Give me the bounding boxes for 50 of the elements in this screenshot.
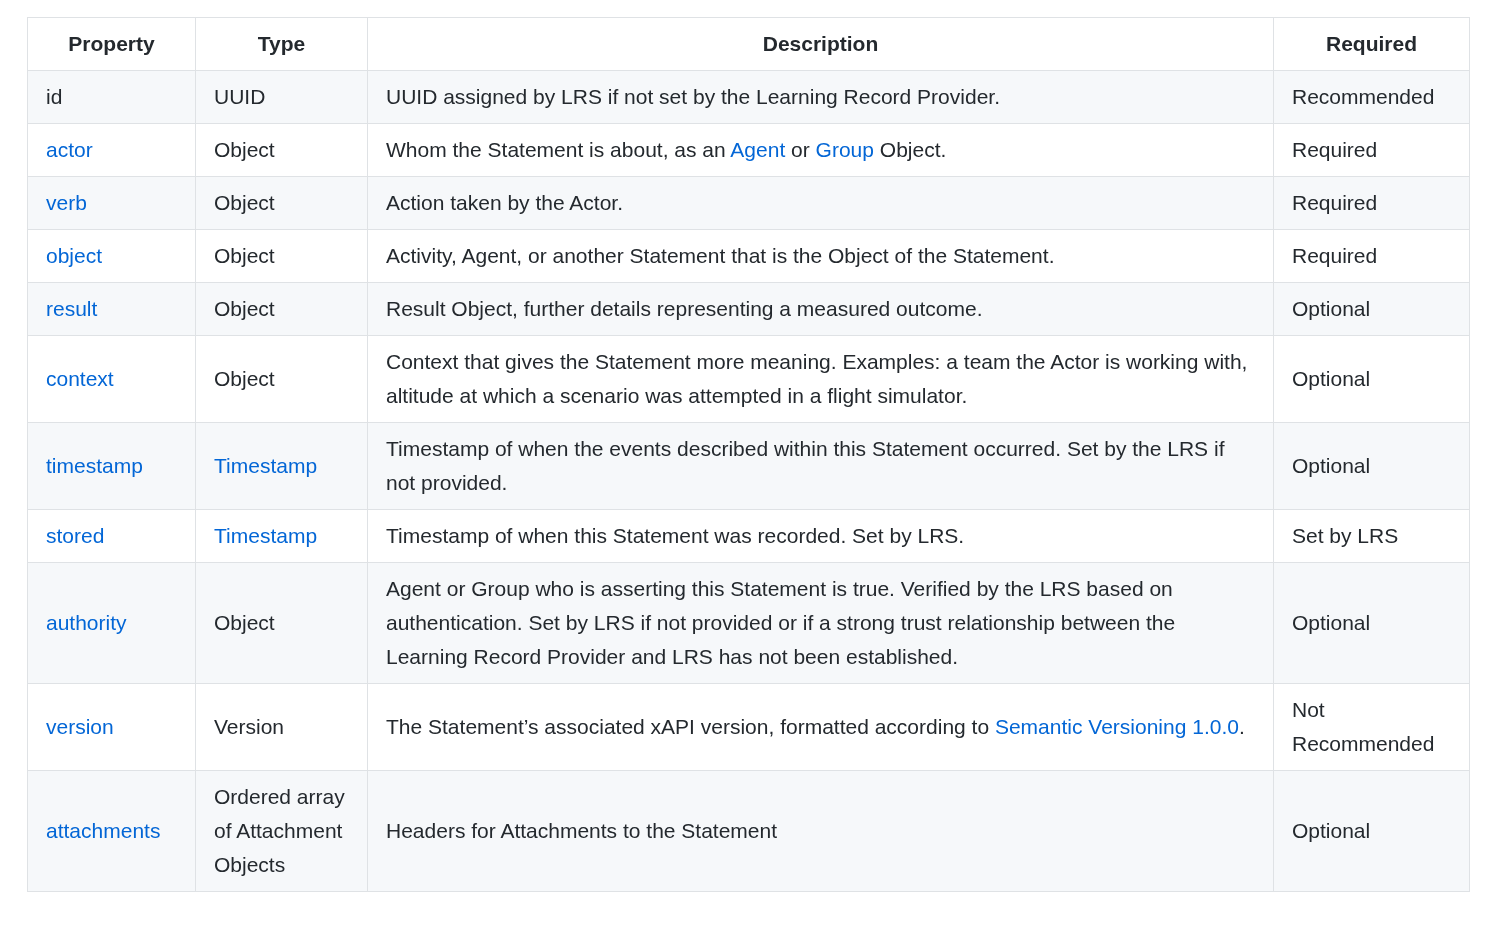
description-cell: Activity, Agent, or another Statement that is the Object of the Statement.: [367, 229, 1274, 283]
description-cell: Action taken by the Actor.: [367, 176, 1274, 230]
type-cell: Object: [195, 562, 368, 684]
link[interactable]: Semantic Versioning 1.0.0: [994, 715, 1239, 738]
required-cell: Required: [1273, 176, 1470, 230]
link[interactable]: authority: [46, 611, 127, 634]
required-cell: Optional: [1273, 770, 1470, 892]
description-cell: Whom the Statement is about, as an Agent or Group Object.: [367, 123, 1274, 177]
description-cell: Context that gives the Statement more meaning. Examples: a team the Actor is working with, altitude at which a scenario was attempted in a flight simulator.: [367, 335, 1274, 423]
type-cell: Object: [195, 123, 368, 177]
link[interactable]: Group: [815, 138, 874, 161]
type-cell: Object: [195, 335, 368, 423]
description-cell: Headers for Attachments to the Statement: [367, 770, 1274, 892]
description-cell: Timestamp of when this Statement was recorded. Set by LRS.: [367, 509, 1274, 563]
link[interactable]: version: [46, 715, 114, 738]
link[interactable]: verb: [46, 191, 87, 214]
link[interactable]: result: [46, 297, 98, 320]
required-cell: Optional: [1273, 335, 1470, 423]
required-cell: Recommended: [1273, 70, 1470, 124]
link[interactable]: Agent: [730, 138, 786, 161]
required-cell: Optional: [1273, 562, 1470, 684]
property-cell: id: [27, 70, 196, 124]
link[interactable]: timestamp: [46, 454, 143, 477]
column-header: Description: [367, 17, 1274, 71]
type-cell: Ordered array of Attachment Objects: [195, 770, 368, 892]
description-cell: UUID assigned by LRS if not set by the Learning Record Provider.: [367, 70, 1274, 124]
required-cell: Set by LRS: [1273, 509, 1470, 563]
column-header: Type: [195, 17, 368, 71]
required-cell: Optional: [1273, 422, 1470, 510]
type-cell: Version: [195, 683, 368, 771]
type-cell: Object: [195, 176, 368, 230]
description-cell: Agent or Group who is asserting this Statement is true. Verified by the LRS based on authentication. Set by LRS if not provided or if a strong trust relationship between the Learning Record Provider and LRS has not been established.: [367, 562, 1274, 684]
required-cell: Required: [1273, 123, 1470, 177]
type-cell: UUID: [195, 70, 368, 124]
link[interactable]: context: [46, 367, 114, 390]
required-cell: Required: [1273, 229, 1470, 283]
link[interactable]: Timestamp: [214, 454, 318, 477]
type-cell: Object: [195, 282, 368, 336]
link[interactable]: object: [46, 244, 103, 267]
link[interactable]: attachments: [46, 819, 161, 842]
type-cell: Object: [195, 229, 368, 283]
required-cell: Optional: [1273, 282, 1470, 336]
column-header: Property: [27, 17, 196, 71]
description-cell: The Statement’s associated xAPI version, formatted according to Semantic Versioning 1.0.0.: [367, 683, 1274, 771]
link[interactable]: stored: [46, 524, 105, 547]
description-cell: Result Object, further details representing a measured outcome.: [367, 282, 1274, 336]
required-cell: Not Recommended: [1273, 683, 1470, 771]
description-cell: Timestamp of when the events described within this Statement occurred. Set by the LRS if not provided.: [367, 422, 1274, 510]
link[interactable]: actor: [46, 138, 93, 161]
column-header: Required: [1273, 17, 1470, 71]
